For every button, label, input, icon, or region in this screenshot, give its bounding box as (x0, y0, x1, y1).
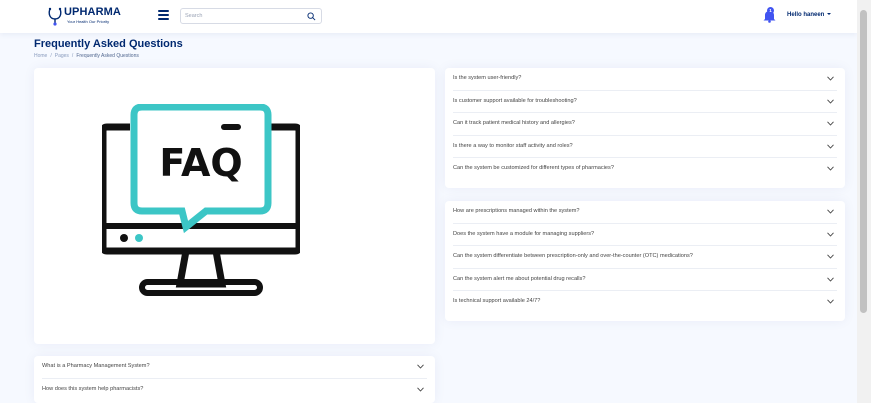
faq-question: How are prescriptions managed within the… (453, 208, 580, 214)
faq-accordion-group-2: How are prescriptions managed within the… (445, 201, 845, 321)
faq-item[interactable]: Can the system be customized for differe… (453, 158, 837, 181)
page-scrollbar[interactable] (857, 0, 871, 403)
logo-text: UPHARMA (64, 6, 121, 18)
faq-accordion-group-1: Is the system user-friendly? Is customer… (445, 68, 845, 188)
faq-question: Does the system have a module for managi… (453, 230, 595, 237)
faq-question: Is technical support available 24/7? (453, 298, 541, 304)
search-bar (180, 8, 322, 24)
faq-item[interactable]: Is there a way to monitor staff activity… (453, 136, 837, 158)
user-menu[interactable]: Hello haneen (787, 12, 832, 18)
caret-down-icon (827, 13, 832, 16)
faq-question: Can the system differentiate between pre… (453, 253, 693, 259)
faq-question: Is there a way to monitor staff activity… (453, 142, 573, 149)
chevron-down-icon (827, 76, 834, 81)
chevron-down-icon (827, 276, 834, 282)
faq-illustration-card: FAQ (34, 68, 435, 344)
chevron-down-icon (417, 386, 424, 392)
faq-question: What is a Pharmacy Management System? (42, 363, 150, 369)
faq-monitor-illustration: FAQ (102, 104, 300, 296)
faq-item[interactable]: How are prescriptions managed within the… (453, 201, 837, 224)
breadcrumb-pages[interactable]: Pages (55, 53, 69, 59)
breadcrumb-home[interactable]: Home (34, 53, 47, 59)
chevron-down-icon (827, 299, 834, 304)
scrollbar-thumb[interactable] (860, 10, 867, 313)
faq-item[interactable]: How does this system help pharmacists? (42, 379, 427, 402)
logo[interactable]: UPHARMA Your Health Our Priority (47, 5, 137, 27)
faq-item[interactable]: Can it track patient medical history and… (453, 113, 837, 136)
chevron-down-icon (827, 166, 834, 171)
faq-item[interactable]: Is the system user-friendly? (453, 68, 837, 91)
faq-illustration-text: FAQ (159, 141, 242, 185)
breadcrumb-separator: / (50, 53, 52, 59)
faq-item[interactable]: What is a Pharmacy Management System? (42, 356, 427, 379)
search-icon[interactable] (307, 12, 316, 21)
sidebar-toggle-button[interactable] (158, 10, 169, 20)
breadcrumb-separator: / (71, 53, 74, 59)
faq-question: How does this system help pharmacists? (42, 385, 144, 392)
faq-question: Can the system be customized for differe… (453, 165, 614, 171)
chevron-down-icon (827, 254, 834, 259)
chevron-down-icon (827, 121, 834, 126)
chevron-down-icon (827, 143, 834, 149)
page-title-block: Frequently Asked Questions (34, 38, 183, 50)
faq-item[interactable]: Can the system alert me about potential … (453, 269, 837, 291)
breadcrumb-current: Frequently Asked Questions (76, 53, 139, 59)
faq-item[interactable]: Does the system have a module for managi… (453, 224, 837, 246)
faq-item[interactable]: Can the system differentiate between pre… (453, 246, 837, 269)
faq-question: Is the system user-friendly? (453, 75, 522, 81)
page-title: Frequently Asked Questions (34, 38, 183, 50)
faq-item[interactable]: Is customer support available for troubl… (453, 91, 837, 113)
faq-question: Is customer support available for troubl… (453, 97, 577, 104)
chevron-down-icon (827, 209, 834, 214)
chevron-down-icon (827, 98, 834, 104)
notification-badge: 1 (767, 7, 774, 14)
chevron-down-icon (417, 364, 424, 369)
user-greeting: Hello haneen (787, 12, 825, 18)
faq-question: Can the system alert me about potential … (453, 275, 586, 282)
logo-tagline: Your Health Our Priority (67, 19, 110, 24)
faq-item[interactable]: Is technical support available 24/7? (453, 291, 837, 314)
faq-accordion-group-3: What is a Pharmacy Management System? Ho… (34, 356, 435, 403)
search-input[interactable] (185, 10, 303, 22)
breadcrumb: Home / Pages / Frequently Asked Questions (34, 53, 139, 59)
chevron-down-icon (827, 231, 834, 237)
menu-bar-icon (158, 17, 169, 20)
menu-bar-icon (158, 10, 169, 12)
menu-bar-icon (158, 13, 169, 16)
top-header: UPHARMA Your Health Our Priority 1 Hello… (0, 0, 857, 33)
faq-question: Can it track patient medical history and… (453, 120, 575, 126)
